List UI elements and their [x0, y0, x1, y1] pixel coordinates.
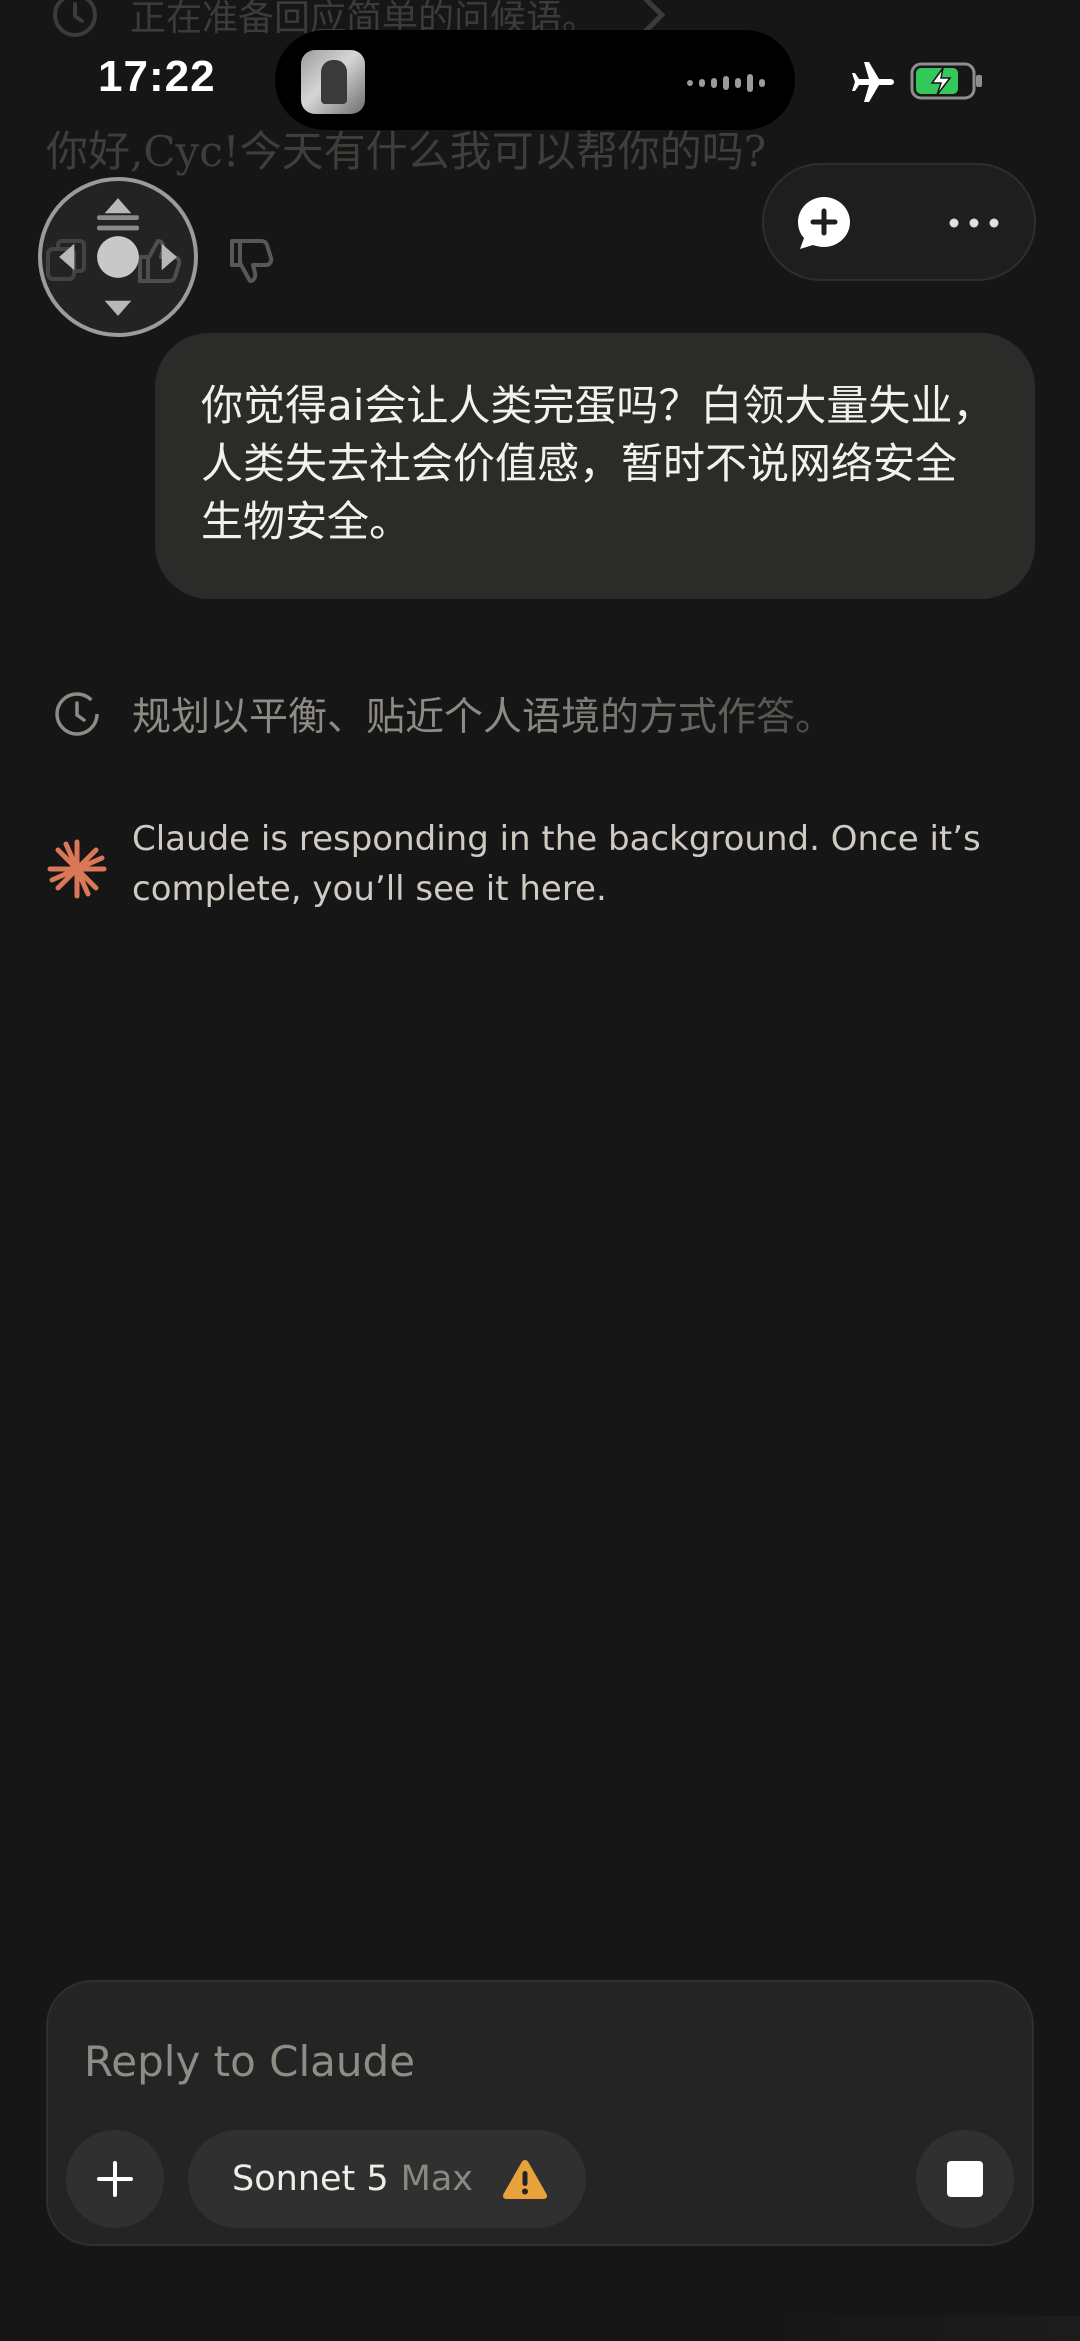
clock-icon: [55, 692, 99, 736]
new-chat-icon[interactable]: [794, 193, 854, 253]
claude-logo-icon: [47, 839, 107, 899]
model-name: Sonnet 5: [232, 2159, 389, 2199]
model-tier: Max: [400, 2159, 474, 2199]
model-selector[interactable]: Sonnet 5 Max: [188, 2130, 586, 2228]
stop-icon: [947, 2161, 983, 2197]
add-attachment-button[interactable]: [66, 2130, 164, 2228]
warning-icon: [502, 2160, 548, 2199]
user-message-text: 你觉得ai会让人类完蛋吗？白领大量失业，人类失去社会价值感，暂时不说网络安全生物…: [201, 381, 995, 546]
header-actions: [762, 163, 1036, 281]
clock-icon: [53, 0, 97, 37]
plus-icon: [97, 2161, 133, 2197]
thumbs-down-icon[interactable]: [224, 235, 276, 287]
audio-wave-icon: [687, 74, 765, 92]
reply-input[interactable]: [82, 2030, 886, 2092]
thinking-row[interactable]: 规划以平衡、贴近个人语境的方式作答。: [52, 686, 834, 742]
joystick-icon: [59, 198, 177, 316]
more-icon[interactable]: [944, 205, 1004, 241]
airplane-icon: [852, 62, 894, 102]
stop-generation-button[interactable]: [916, 2130, 1014, 2228]
floating-control-overlay[interactable]: [38, 177, 198, 337]
thinking-label: 规划以平衡、贴近个人语境的方式作答。: [132, 686, 834, 742]
status-time: 17:22: [98, 52, 216, 101]
bottom-fade: [760, 2316, 1080, 2341]
now-playing-artwork: [301, 50, 365, 114]
claude-status-text: Claude is responding in the background. …: [132, 819, 981, 909]
battery-icon: [910, 62, 982, 100]
user-message-bubble[interactable]: 你觉得ai会让人类完蛋吗？白领大量失业，人类失去社会价值感，暂时不说网络安全生物…: [155, 333, 1035, 599]
dynamic-island[interactable]: [275, 30, 795, 130]
reply-composer: Sonnet 5 Max: [46, 1980, 1034, 2246]
